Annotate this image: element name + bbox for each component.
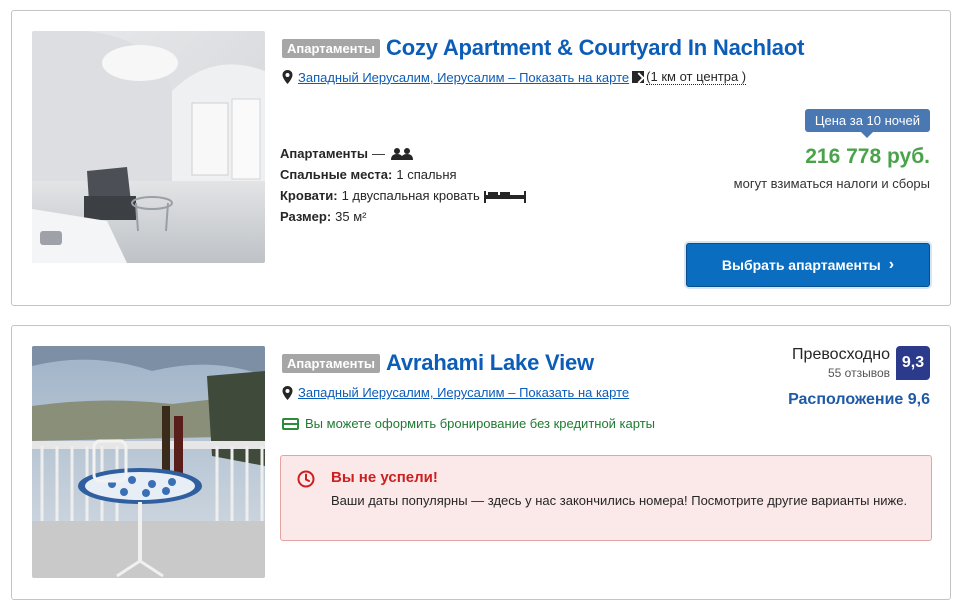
review-score-block[interactable]: Превосходно 55 отзывов 9,3 bbox=[792, 346, 930, 380]
location-row: Западный Иерусалим, Иерусалим – Показать… bbox=[282, 385, 629, 400]
distance-text: (1 км от центра ) bbox=[646, 69, 747, 85]
bedrooms-label: Спальные места: bbox=[280, 167, 393, 182]
alert-message: Ваши даты популярны — здесь у нас законч… bbox=[331, 493, 908, 508]
listing-title-row: Апартаменты Cozy Apartment & Courtyard I… bbox=[282, 35, 804, 61]
listing-photo[interactable] bbox=[32, 31, 265, 263]
apartment-interior-photo bbox=[32, 31, 265, 263]
price-period-tag: Цена за 10 ночей bbox=[804, 109, 930, 138]
rating-word: Превосходно bbox=[792, 346, 890, 363]
beds-row: Кровати: 1 двуспальная кровать bbox=[280, 185, 526, 206]
review-count: 55 отзывов bbox=[827, 366, 890, 380]
property-type-badge: Апартаменты bbox=[282, 38, 381, 58]
beds-label: Кровати: bbox=[280, 188, 338, 203]
balcony-view-photo bbox=[32, 346, 265, 578]
size-label: Размер: bbox=[280, 209, 332, 224]
select-apartment-button[interactable]: Выбрать апартаменты › bbox=[686, 243, 930, 287]
map-pin-icon bbox=[282, 70, 293, 84]
distance-arrow-icon bbox=[632, 71, 645, 83]
select-button-label: Выбрать апартаменты bbox=[721, 257, 881, 273]
clock-icon bbox=[297, 470, 315, 488]
location-row: Западный Иерусалим, Иерусалим – Показать… bbox=[282, 69, 747, 85]
chevron-right-icon: › bbox=[888, 256, 895, 273]
property-type-badge: Апартаменты bbox=[282, 353, 381, 373]
unit-dash: — bbox=[372, 146, 386, 161]
total-price: 216 778 руб. bbox=[805, 145, 930, 168]
listing-photo[interactable] bbox=[32, 346, 265, 578]
show-on-map-link[interactable]: Западный Иерусалим, Иерусалим – Показать… bbox=[298, 385, 629, 400]
credit-card-icon bbox=[282, 417, 299, 430]
double-bed-icon bbox=[483, 190, 526, 203]
rating-text: Превосходно 55 отзывов bbox=[792, 346, 890, 380]
no-credit-card-text: Вы можете оформить бронирование без кред… bbox=[305, 416, 656, 431]
sold-out-alert: Вы не успели! Ваши даты популярны — здес… bbox=[280, 455, 932, 541]
location-score: Расположение 9,6 bbox=[788, 391, 930, 408]
hotel-name-link[interactable]: Avrahami Lake View bbox=[386, 350, 594, 376]
alert-title: Вы не успели! bbox=[331, 469, 438, 486]
review-score-badge: 9,3 bbox=[896, 346, 930, 380]
listing-card-cozy-apartment: Апартаменты Cozy Apartment & Courtyard I… bbox=[11, 10, 951, 306]
no-credit-card-note: Вы можете оформить бронирование без кред… bbox=[282, 416, 655, 431]
unit-type: Апартаменты bbox=[280, 146, 369, 161]
bedrooms-row: Спальные места: 1 спальня bbox=[280, 164, 526, 185]
size-value: 35 м² bbox=[335, 209, 367, 224]
distance-from-center[interactable]: (1 км от центра ) bbox=[632, 69, 747, 85]
two-people-icon bbox=[391, 147, 414, 160]
listing-card-avrahami-lake-view: Апартаменты Avrahami Lake View Западный … bbox=[11, 325, 951, 600]
size-row: Размер: 35 м² bbox=[280, 206, 526, 227]
hotel-name-link[interactable]: Cozy Apartment & Courtyard In Nachlaot bbox=[386, 35, 804, 61]
unit-details: Апартаменты — Спальные места: 1 спальня … bbox=[280, 143, 526, 227]
unit-type-row: Апартаменты — bbox=[280, 143, 526, 164]
listing-title-row: Апартаменты Avrahami Lake View bbox=[282, 350, 594, 376]
show-on-map-link[interactable]: Западный Иерусалим, Иерусалим – Показать… bbox=[298, 70, 629, 85]
beds-value: 1 двуспальная кровать bbox=[341, 188, 480, 203]
tax-note: могут взиматься налоги и сборы bbox=[733, 176, 930, 191]
bedrooms-value: 1 спальня bbox=[396, 167, 457, 182]
map-pin-icon bbox=[282, 385, 293, 400]
